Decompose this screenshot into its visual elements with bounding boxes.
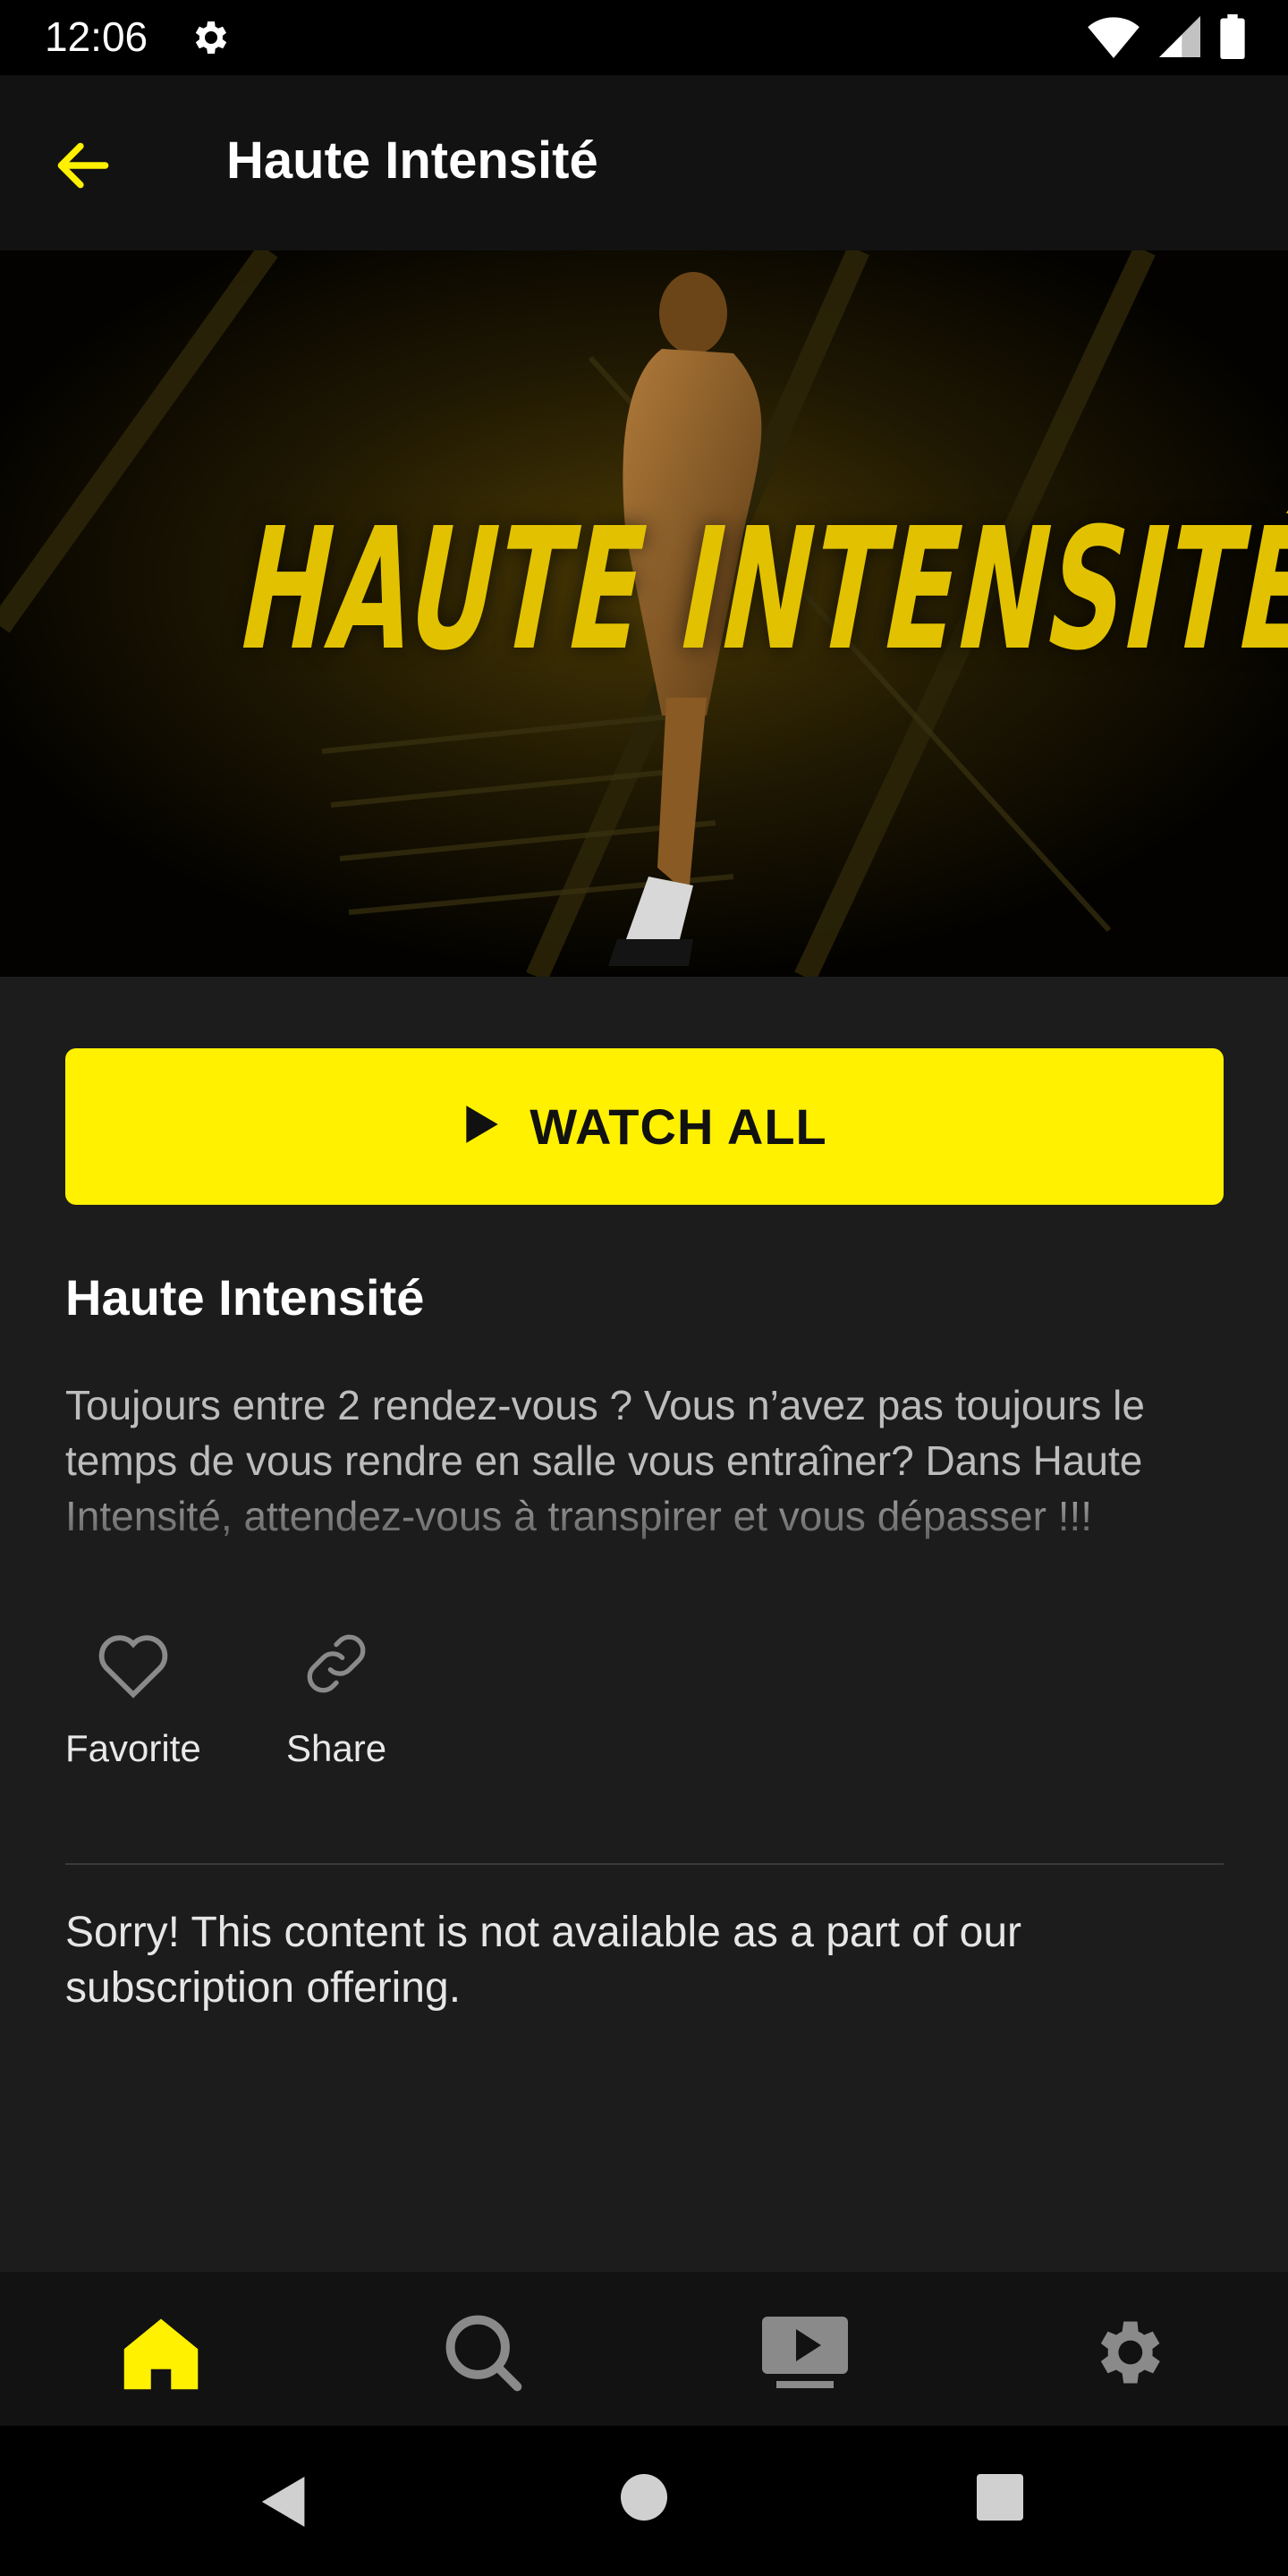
system-navigation-bar	[0, 2426, 1288, 2576]
collection-title: Haute Intensité	[65, 1269, 425, 1326]
status-bar: 12:06	[0, 0, 1288, 75]
share-button[interactable]: Share	[286, 1628, 386, 1770]
app-bar: Haute Intensité	[0, 75, 1288, 250]
system-back-icon[interactable]	[259, 2474, 309, 2534]
bottom-navigation	[0, 2272, 1288, 2426]
system-recents-icon[interactable]	[977, 2474, 1023, 2525]
settings-icon[interactable]	[1082, 2308, 1172, 2397]
hero-banner: HAUTE INTENSITÉ	[0, 250, 1288, 977]
signal-icon	[1159, 15, 1200, 63]
favorite-label: Favorite	[65, 1727, 201, 1769]
collection-description: Toujours entre 2 rendez-vous ? Vous n’av…	[65, 1382, 1145, 1539]
battery-icon	[1220, 14, 1245, 64]
wifi-icon	[1088, 15, 1140, 63]
page-title: Haute Intensité	[226, 131, 598, 190]
video-library-icon[interactable]	[760, 2308, 850, 2397]
play-icon	[462, 1102, 501, 1151]
back-arrow-icon[interactable]	[50, 132, 116, 199]
search-icon[interactable]	[438, 2308, 528, 2397]
hero-title-text: HAUTE INTENSITÉ	[238, 492, 1288, 688]
status-time: 12:06	[45, 13, 148, 60]
share-label: Share	[286, 1727, 387, 1769]
home-icon[interactable]	[116, 2308, 206, 2397]
link-icon	[296, 1628, 377, 1704]
watch-all-button[interactable]: WATCH ALL	[65, 1048, 1224, 1205]
availability-notice: Sorry! This content is not available as …	[65, 1909, 1022, 2012]
divider	[65, 1863, 1224, 1865]
system-home-icon[interactable]	[621, 2474, 667, 2525]
watch-all-label: WATCH ALL	[530, 1098, 827, 1155]
settings-icon	[188, 16, 231, 59]
heart-icon	[93, 1628, 174, 1704]
favorite-button[interactable]: Favorite	[65, 1628, 201, 1770]
